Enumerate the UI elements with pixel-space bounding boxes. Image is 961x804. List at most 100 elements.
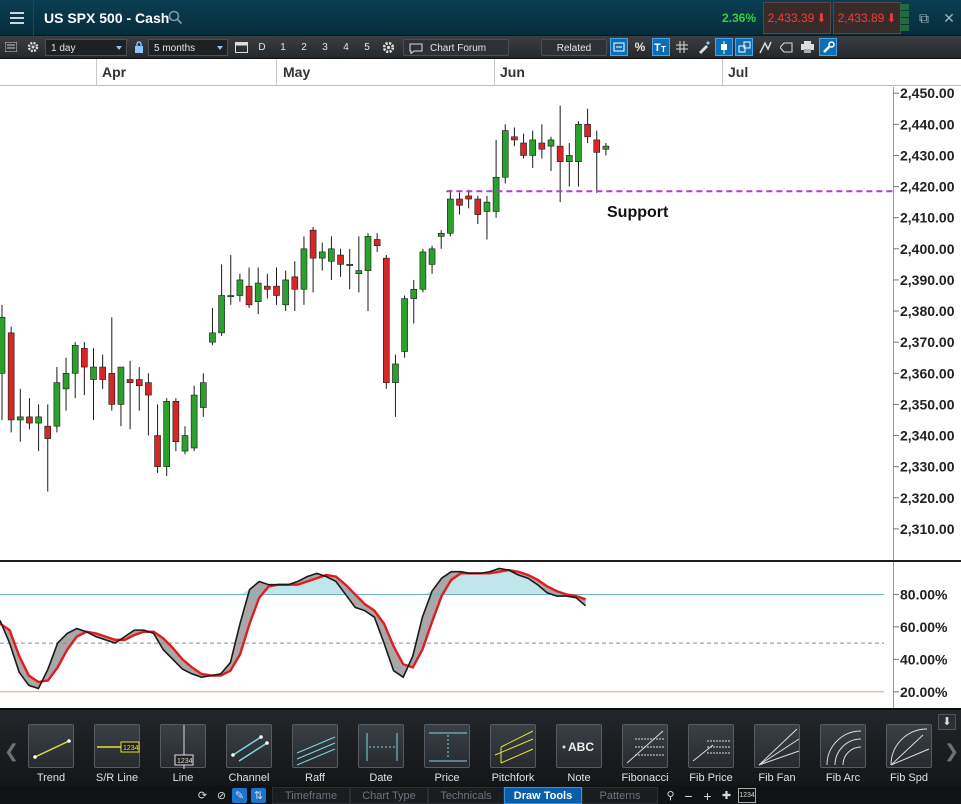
candle[interactable] [209, 307, 216, 346]
zoom-out-icon[interactable]: − [681, 788, 696, 804]
candle[interactable] [565, 143, 573, 187]
candle[interactable] [291, 261, 299, 312]
disable-icon[interactable]: ⊘ [214, 788, 229, 803]
tool-fib-arc[interactable]: Fib Arc [814, 722, 872, 786]
price-mode-icon[interactable] [610, 38, 628, 56]
candle[interactable] [126, 360, 134, 430]
candle[interactable] [547, 136, 555, 172]
candle[interactable] [346, 248, 354, 290]
tool-trend[interactable]: Trend [22, 722, 80, 786]
scroll-left-icon[interactable]: ❮ [4, 740, 19, 762]
candle[interactable] [236, 273, 244, 302]
print-icon[interactable] [798, 38, 816, 56]
tool-line[interactable]: 1234 Line [154, 722, 212, 786]
candle[interactable] [465, 189, 472, 209]
text-size-icon[interactable]: TT [652, 38, 670, 56]
candle[interactable] [200, 373, 207, 417]
compare-icon[interactable] [735, 38, 753, 56]
search-icon[interactable] [168, 10, 183, 25]
candle[interactable] [529, 130, 537, 168]
candle[interactable] [53, 367, 61, 433]
candle[interactable] [501, 124, 509, 184]
tool-price[interactable]: Price [418, 722, 476, 786]
range-select[interactable]: 5 months [148, 39, 228, 56]
magnet-icon[interactable]: ⇅ [251, 788, 266, 803]
candle[interactable] [218, 264, 225, 336]
candle[interactable] [337, 248, 344, 277]
zoom-search-icon[interactable]: ⚲ [663, 788, 678, 803]
related-button[interactable]: Related [541, 39, 607, 56]
candle[interactable] [382, 255, 390, 389]
candle[interactable] [135, 367, 143, 411]
period-button-d[interactable]: D [253, 39, 271, 56]
candle[interactable] [410, 279, 418, 324]
candle[interactable] [419, 248, 427, 293]
candle[interactable] [254, 267, 262, 315]
scroll-right-icon[interactable]: ❯ [944, 740, 959, 762]
close-icon[interactable]: ✕ [939, 8, 959, 28]
candle-type-icon[interactable] [715, 38, 733, 56]
tool-sr-line[interactable]: 1234 S/R Line [88, 722, 146, 786]
candle[interactable] [62, 357, 70, 411]
candle[interactable] [154, 404, 161, 473]
candle[interactable] [300, 236, 308, 305]
candle[interactable] [483, 195, 491, 240]
tool-fib-price[interactable]: Fib Price [682, 722, 740, 786]
candle[interactable] [328, 236, 335, 280]
period-button-4[interactable]: 4 [337, 39, 355, 56]
candle[interactable] [556, 105, 564, 203]
tab-draw-tools[interactable]: Draw Tools [504, 787, 582, 804]
candle[interactable] [355, 236, 363, 293]
candle[interactable] [90, 348, 97, 420]
candle[interactable] [44, 404, 52, 492]
candle[interactable] [392, 354, 399, 417]
percent-mode-button[interactable]: % [631, 38, 649, 56]
list-view-icon[interactable] [2, 38, 20, 56]
calendar-icon[interactable] [232, 38, 250, 56]
candle[interactable] [273, 267, 280, 305]
pencil-icon[interactable]: ✎ [232, 788, 247, 803]
candle[interactable] [492, 139, 500, 218]
candle[interactable] [520, 133, 527, 159]
candle[interactable] [117, 366, 125, 427]
tool-raff[interactable]: Raff [286, 722, 344, 786]
period-button-5[interactable]: 5 [358, 39, 376, 56]
candle[interactable] [575, 121, 582, 187]
zoom-in-icon[interactable]: + [700, 788, 715, 804]
candle[interactable] [584, 108, 591, 144]
candle[interactable] [0, 304, 6, 420]
candle[interactable] [373, 233, 381, 252]
candle[interactable] [401, 295, 408, 358]
candle[interactable] [108, 317, 116, 411]
tab-patterns[interactable]: Patterns [582, 787, 658, 804]
candle[interactable] [264, 273, 271, 299]
tab-timeframe[interactable]: Timeframe [272, 787, 350, 804]
candle[interactable] [538, 124, 546, 159]
period-button-1[interactable]: 1 [274, 39, 292, 56]
sell-price-button[interactable]: 2,433.39 ⬇ [763, 2, 831, 34]
tool-date[interactable]: Date [352, 722, 410, 786]
data-label-icon[interactable]: 1234 [738, 788, 756, 803]
hamburger-menu-icon[interactable] [0, 0, 34, 36]
candle[interactable] [35, 404, 42, 452]
candle[interactable] [227, 255, 235, 305]
price-chart-pane[interactable]: 2,450.00 2,440.00 2,430.00 2,420.00 2,410.00… [0, 87, 961, 560]
candle[interactable] [309, 227, 317, 293]
candle[interactable] [181, 426, 189, 455]
tool-fib-fan[interactable]: Fib Fan [748, 722, 806, 786]
timeframe-select[interactable]: 1 day [45, 39, 127, 56]
candle[interactable] [26, 398, 33, 430]
candle[interactable] [245, 267, 253, 308]
candle[interactable] [437, 230, 445, 249]
candle[interactable] [282, 270, 289, 312]
candle[interactable] [456, 192, 463, 215]
buy-price-button[interactable]: 2,433.89 ⬇ [833, 2, 901, 34]
candle[interactable] [16, 388, 24, 442]
tool-channel[interactable]: Channel [220, 722, 278, 786]
draw-pen-icon[interactable] [694, 38, 712, 56]
period-button-2[interactable]: 2 [295, 39, 313, 56]
tool-note[interactable]: ABC Note [550, 722, 608, 786]
candle[interactable] [163, 398, 170, 476]
tool-fibonacci[interactable]: Fibonacci [616, 722, 674, 786]
candle[interactable] [81, 342, 88, 396]
